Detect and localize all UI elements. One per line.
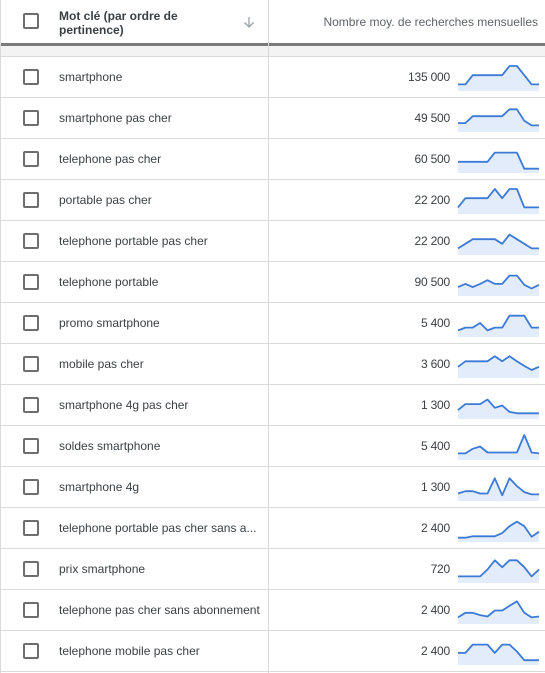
trend-sparkline	[458, 151, 539, 173]
table-row: telephone portable pas cher 22 200	[1, 221, 545, 262]
sparkline-area	[458, 399, 539, 419]
keyword-text: smartphone	[59, 70, 123, 84]
keyword-text: telephone pas cher sans abonnement	[59, 603, 260, 617]
trend-sparkline	[457, 398, 539, 419]
column-divider	[268, 0, 269, 673]
keyword-ideas-table: Mot clé (par ordre de pertinence) Nombre…	[0, 0, 545, 673]
monthly-searches-value: 1 300	[420, 480, 450, 494]
arrow-down-icon[interactable]	[242, 15, 256, 29]
spacer-row	[1, 46, 545, 57]
table-row: smartphone 4g 1 300	[1, 467, 545, 508]
keyword-text: soldes smartphone	[59, 439, 161, 453]
trend-sparkline	[458, 520, 540, 542]
keyword-text: mobile pas cher	[59, 357, 144, 371]
table-row: soldes smartphone 5 400	[1, 426, 545, 467]
table-row: telephone pas cher 60 500	[1, 139, 545, 180]
monthly-searches-value: 2 400	[420, 603, 450, 617]
select-all-checkbox[interactable]	[23, 13, 39, 29]
table-row: smartphone 4g pas cher 1 300	[1, 385, 545, 426]
table-row: mobile pas cher 3 600	[1, 344, 545, 385]
row-checkbox[interactable]	[23, 69, 39, 85]
monthly-searches-value: 60 500	[414, 152, 450, 166]
monthly-searches-value: 3 600	[420, 357, 450, 371]
keyword-text: prix smartphone	[59, 562, 146, 576]
monthly-searches-value: 1 300	[420, 398, 450, 412]
table-row: portable pas cher 22 200	[1, 180, 545, 221]
monthly-searches-value: 2 400	[420, 521, 450, 535]
table-body: smartphone 135 000 smartphone pas cher 4…	[1, 57, 545, 672]
row-checkbox[interactable]	[23, 643, 39, 659]
row-checkbox[interactable]	[23, 274, 39, 290]
keyword-text: telephone portable pas cher sans a...	[59, 521, 257, 535]
table-row: telephone mobile pas cher 2 400	[1, 631, 545, 672]
sparkline-area	[458, 521, 539, 542]
trend-sparkline	[457, 188, 539, 214]
table-row: smartphone pas cher 49 500	[1, 98, 545, 139]
trend-sparkline	[457, 600, 540, 624]
trend-sparkline	[457, 274, 540, 296]
keyword-text: smartphone pas cher	[59, 111, 172, 125]
row-checkbox[interactable]	[23, 233, 39, 249]
trend-sparkline	[457, 477, 539, 501]
monthly-searches-value: 2 400	[420, 644, 450, 658]
trend-sparkline	[457, 314, 539, 337]
keyword-text: telephone portable	[59, 275, 159, 289]
keyword-text: promo smartphone	[59, 316, 160, 330]
trend-sparkline	[458, 65, 539, 91]
monthly-searches-value: 5 400	[420, 439, 450, 453]
sparkline-area	[458, 109, 539, 132]
monthly-searches-value: 135 000	[408, 70, 450, 84]
sparkline-area	[458, 478, 539, 501]
row-checkbox[interactable]	[23, 192, 39, 208]
sparkline-area	[458, 435, 539, 460]
sparkline-area	[458, 152, 539, 173]
monthly-searches-value: 90 500	[414, 275, 450, 289]
monthly-searches-value: 5 400	[420, 316, 450, 330]
row-checkbox[interactable]	[23, 110, 39, 126]
keyword-text: telephone pas cher	[59, 152, 162, 166]
keyword-text: telephone portable pas cher	[59, 234, 208, 248]
keyword-text: portable pas cher	[59, 193, 152, 207]
trend-sparkline	[457, 355, 540, 378]
table-row: smartphone 135 000	[1, 57, 545, 98]
table-header: Mot clé (par ordre de pertinence) Nombre…	[1, 0, 545, 46]
trend-sparkline	[458, 108, 539, 132]
volume-column-header[interactable]: Nombre moy. de recherches mensuelles	[323, 15, 538, 29]
monthly-searches-value: 22 200	[414, 234, 450, 248]
keyword-text: telephone mobile pas cher	[59, 644, 200, 658]
row-checkbox[interactable]	[23, 561, 39, 577]
table-row: telephone pas cher sans abonnement 2 400	[1, 590, 545, 631]
monthly-searches-value: 22 200	[414, 193, 450, 207]
keyword-text: smartphone 4g pas cher	[59, 398, 189, 412]
row-checkbox[interactable]	[23, 438, 39, 454]
row-checkbox[interactable]	[23, 397, 39, 413]
row-checkbox[interactable]	[23, 479, 39, 495]
keyword-text: smartphone 4g	[59, 480, 140, 494]
keyword-column-header[interactable]: Mot clé (par ordre de pertinence)	[59, 9, 229, 37]
row-checkbox[interactable]	[23, 315, 39, 331]
row-checkbox[interactable]	[23, 151, 39, 167]
trend-sparkline	[457, 233, 539, 255]
trend-sparkline	[458, 434, 540, 460]
trend-sparkline	[458, 643, 539, 665]
row-checkbox[interactable]	[23, 356, 39, 372]
table-row: prix smartphone 720	[1, 549, 545, 590]
monthly-searches-value: 49 500	[414, 111, 450, 125]
row-checkbox[interactable]	[23, 602, 39, 618]
trend-sparkline	[458, 559, 540, 583]
row-checkbox[interactable]	[23, 520, 39, 536]
table-row: promo smartphone 5 400	[1, 303, 545, 344]
table-row: telephone portable 90 500	[1, 262, 545, 303]
monthly-searches-value: 720	[430, 562, 451, 576]
table-row: telephone portable pas cher sans a... 2 …	[1, 508, 545, 549]
